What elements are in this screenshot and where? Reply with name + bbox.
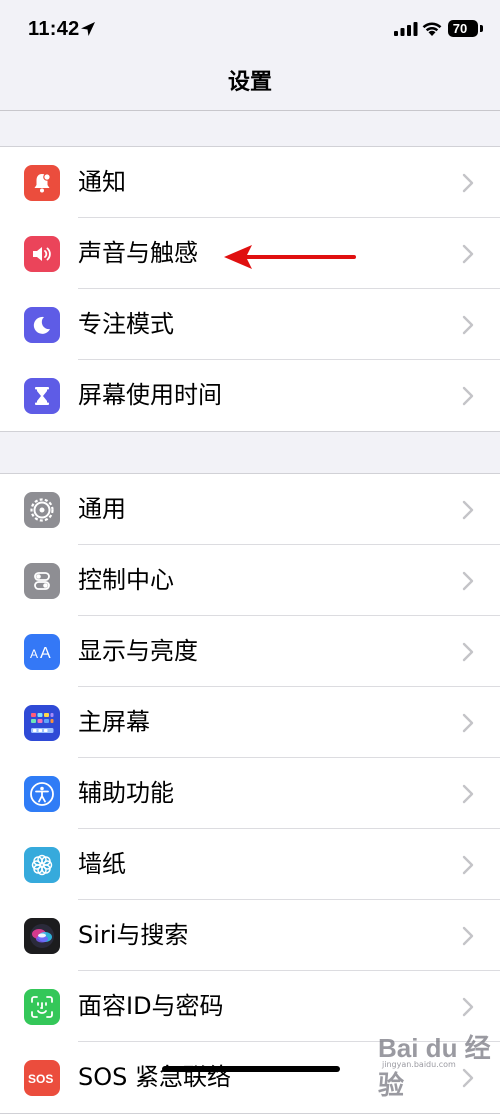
svg-text:A: A [30, 647, 38, 661]
status-time: 11:42 [28, 18, 80, 40]
sos-icon: SOS [24, 1060, 60, 1096]
chevron-right-icon [462, 642, 474, 662]
settings-row-notifications[interactable]: 通知 [0, 147, 500, 218]
home-screen-icon [24, 705, 60, 741]
chevron-right-icon [462, 244, 474, 264]
settings-row-general[interactable]: 通用 [0, 474, 500, 545]
sounds-icon [24, 236, 60, 272]
control-center-icon [24, 563, 60, 599]
battery-nub [480, 25, 483, 32]
wallpaper-flower-icon [24, 847, 60, 883]
chevron-right-icon [462, 571, 474, 591]
page-title: 设置 [227, 70, 272, 95]
chevron-right-icon [462, 784, 474, 804]
chevron-right-icon [462, 855, 474, 875]
settings-row-screen-time[interactable]: 屏幕使用时间 [0, 360, 500, 431]
face-id-icon [24, 989, 60, 1025]
settings-row-control-center[interactable]: 控制中心 [0, 545, 500, 616]
settings-row-accessibility[interactable]: 辅助功能 [0, 758, 500, 829]
display-brightness-icon: A A [24, 634, 60, 670]
watermark-url: jingyan.baidu.com [382, 1060, 456, 1069]
chevron-right-icon [462, 997, 474, 1017]
settings-row-label: 主屏幕 [78, 708, 150, 736]
chevron-right-icon [462, 500, 474, 520]
wifi-icon [422, 22, 442, 36]
battery-icon: 70 [448, 20, 478, 37]
chevron-right-icon [462, 315, 474, 335]
settings-row-display-brightness[interactable]: A A 显示与亮度 [0, 616, 500, 687]
battery-level: 70 [452, 21, 468, 36]
chevron-right-icon [462, 173, 474, 193]
settings-row-siri-search[interactable]: Siri与搜索 [0, 900, 500, 971]
watermark: Bai du 经验 jingyan.baidu.com [378, 1024, 496, 1100]
general-gear-icon [24, 492, 60, 528]
settings-row-label: 通用 [78, 495, 126, 523]
settings-row-label: 屏幕使用时间 [78, 381, 222, 409]
chevron-right-icon [462, 713, 474, 733]
settings-row-label: 声音与触感 [78, 239, 198, 267]
cellular-signal-icon [394, 22, 418, 36]
home-indicator[interactable] [162, 1066, 340, 1072]
svg-text:A: A [40, 645, 51, 662]
settings-group-1: 通知 声音与触感 专注模式 屏幕使用时间 [0, 146, 500, 432]
settings-row-label: 通知 [78, 168, 126, 196]
nav-divider [0, 110, 500, 111]
settings-row-label: 墙纸 [78, 850, 126, 878]
annotation-arrow-icon [224, 245, 356, 269]
settings-row-label: 显示与亮度 [78, 637, 198, 665]
settings-group-2: 通用 控制中心 A A 显示与亮度 主屏幕 辅助功能 墙纸 Siri与搜索 面容… [0, 473, 500, 1114]
settings-row-home-screen[interactable]: 主屏幕 [0, 687, 500, 758]
settings-row-label: 辅助功能 [78, 779, 174, 807]
focus-moon-icon [24, 307, 60, 343]
chevron-right-icon [462, 386, 474, 406]
settings-row-label: 控制中心 [78, 566, 174, 594]
settings-row-wallpaper[interactable]: 墙纸 [0, 829, 500, 900]
settings-row-focus[interactable]: 专注模式 [0, 289, 500, 360]
location-arrow-icon [81, 22, 95, 36]
svg-text:SOS: SOS [28, 1072, 53, 1085]
screen-time-hourglass-icon [24, 378, 60, 414]
notifications-icon [24, 165, 60, 201]
settings-row-label: Siri与搜索 [78, 921, 189, 949]
settings-row-label: 面容ID与密码 [78, 992, 224, 1020]
status-bar: 11:42 70 [0, 0, 500, 60]
siri-icon [24, 918, 60, 954]
settings-row-label: SOS 紧急联络 [78, 1063, 231, 1091]
settings-row-label: 专注模式 [78, 310, 174, 338]
chevron-right-icon [462, 926, 474, 946]
accessibility-icon [24, 776, 60, 812]
